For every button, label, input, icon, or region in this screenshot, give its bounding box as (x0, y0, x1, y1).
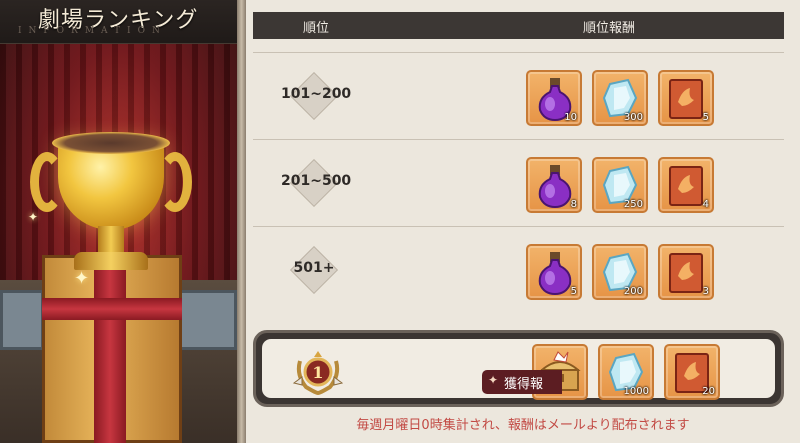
reward-item[interactable]: 20 (664, 344, 720, 400)
page-subtitle: INFORMATION (18, 26, 167, 36)
reward-item[interactable]: 10 (526, 70, 582, 126)
sparkle-icon: ✦ (28, 210, 39, 224)
reward-item[interactable]: 8 (526, 157, 582, 213)
footer-note: 毎週月曜日0時集計され、報酬はメールより配布されます (356, 418, 690, 433)
acquire-reward-button[interactable]: ✦ 獲得報 (482, 370, 562, 394)
reward-item[interactable]: 200 (592, 244, 648, 300)
reward-item[interactable]: 4 (658, 157, 714, 213)
panel-header: 劇場ランキング INFORMATION (0, 0, 237, 44)
reward-quantity: 200 (623, 286, 643, 297)
acquire-reward-label: 獲得報 (504, 377, 544, 392)
sparkle-icon: ✦ (74, 268, 90, 289)
reward-quantity: 3 (702, 286, 709, 297)
reward-quantity: 5 (702, 112, 709, 123)
reward-item[interactable]: 300 (592, 70, 648, 126)
my-rank-number: 1 (312, 363, 323, 382)
reward-quantity: 4 (702, 199, 709, 210)
reward-quantity: 20 (702, 386, 715, 397)
reward-quantity: 300 (623, 112, 643, 123)
reward-item[interactable]: 3 (658, 244, 714, 300)
my-rank-card: 1 1000 20 (253, 330, 784, 407)
star-icon: ✦ (488, 373, 499, 387)
reward-quantity: 5 (570, 286, 577, 297)
ranking-row: 101~200 10 300 5 (253, 52, 784, 139)
stage-wall-right (176, 290, 237, 350)
reward-item[interactable]: 250 (592, 157, 648, 213)
column-header-rank: 順位 (303, 21, 330, 36)
reward-quantity: 1000 (623, 386, 649, 397)
rank-range: 501+ (293, 260, 335, 276)
reward-item[interactable]: 5 (526, 244, 582, 300)
reward-quantity: 250 (623, 199, 643, 210)
reward-quantity: 10 (564, 112, 577, 123)
reward-item[interactable]: 1000 (598, 344, 654, 400)
reward-quantity: 8 (570, 199, 577, 210)
rank-badge: 101~200 (281, 71, 352, 121)
rank-laurel-icon: 1 (292, 351, 344, 396)
rank-badge: 501+ (281, 245, 347, 295)
panel-divider (237, 0, 246, 443)
left-panel: ✦ ✦ 劇場ランキング INFORMATION (0, 0, 237, 443)
table-header: 順位 順位報酬 (253, 12, 784, 39)
reward-item[interactable]: 5 (658, 70, 714, 126)
rank-range: 101~200 (281, 86, 352, 102)
pedestal-ribbon-vertical (94, 255, 126, 443)
stage-wall-left (0, 290, 44, 350)
rank-badge: 201~500 (281, 158, 352, 208)
rank-range: 201~500 (281, 173, 352, 189)
ranking-row: 501+ 5 200 3 (253, 226, 784, 313)
pedestal-ribbon-horizontal (42, 298, 182, 320)
trophy-rim (52, 132, 170, 154)
ranking-row: 201~500 8 250 4 (253, 139, 784, 226)
column-header-reward: 順位報酬 (583, 21, 636, 36)
